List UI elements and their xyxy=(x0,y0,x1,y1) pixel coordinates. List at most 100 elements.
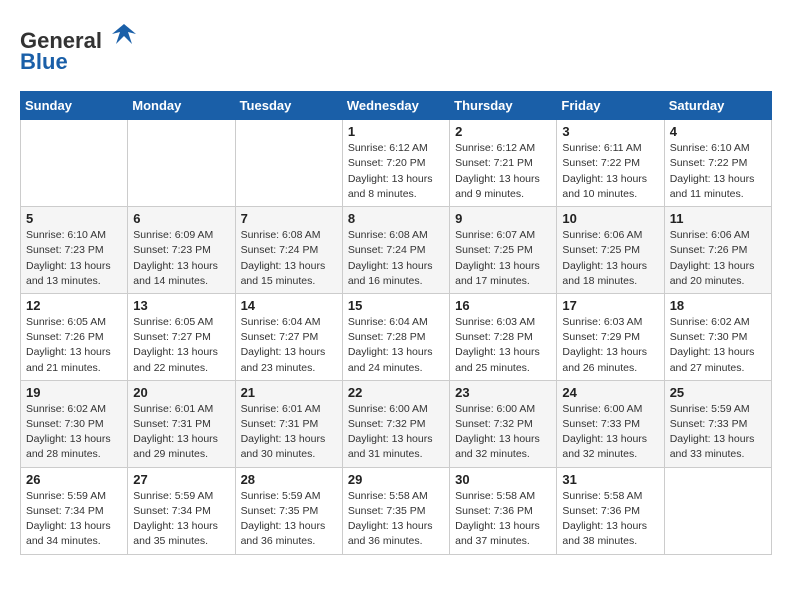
day-number: 14 xyxy=(241,298,337,313)
day-info: Sunrise: 5:58 AMSunset: 7:35 PMDaylight:… xyxy=(348,489,444,550)
page-header: General Blue xyxy=(20,20,772,75)
calendar-day-cell: 23Sunrise: 6:00 AMSunset: 7:32 PMDayligh… xyxy=(450,380,557,467)
day-info: Sunrise: 5:58 AMSunset: 7:36 PMDaylight:… xyxy=(455,489,551,550)
day-number: 24 xyxy=(562,385,658,400)
day-number: 17 xyxy=(562,298,658,313)
day-info: Sunrise: 6:01 AMSunset: 7:31 PMDaylight:… xyxy=(241,402,337,463)
calendar-day-cell: 13 Sunrise: 6:05 AMSunset: 7:27 PMDayligh… xyxy=(128,293,235,380)
day-info: Sunrise: 6:11 AMSunset: 7:22 PMDaylight:… xyxy=(562,141,658,202)
day-info: Sunrise: 6:04 AMSunset: 7:28 PMDaylight:… xyxy=(348,315,444,376)
day-info: Sunrise: 6:07 AMSunset: 7:25 PMDaylight:… xyxy=(455,228,551,289)
weekday-header-friday: Friday xyxy=(557,92,664,120)
day-number: 31 xyxy=(562,472,658,487)
day-number: 10 xyxy=(562,211,658,226)
calendar-day-cell: 30 Sunrise: 5:58 AMSunset: 7:36 PMDayligh… xyxy=(450,467,557,554)
calendar-day-cell: 11Sunrise: 6:06 AMSunset: 7:26 PMDayligh… xyxy=(664,207,771,294)
day-info: Sunrise: 6:09 AMSunset: 7:23 PMDaylight:… xyxy=(133,228,229,289)
logo: General Blue xyxy=(20,20,138,75)
day-info: Sunrise: 6:10 AMSunset: 7:23 PMDaylight:… xyxy=(26,228,122,289)
weekday-header-saturday: Saturday xyxy=(664,92,771,120)
calendar-day-cell: 4 Sunrise: 6:10 AMSunset: 7:22 PMDaylight… xyxy=(664,120,771,207)
weekday-header-sunday: Sunday xyxy=(21,92,128,120)
day-info: Sunrise: 6:04 AMSunset: 7:27 PMDaylight:… xyxy=(241,315,337,376)
calendar-day-cell: 1Sunrise: 6:12 AMSunset: 7:20 PMDaylight… xyxy=(342,120,449,207)
day-number: 5 xyxy=(26,211,122,226)
calendar-day-cell: 24 Sunrise: 6:00 AMSunset: 7:33 PMDayligh… xyxy=(557,380,664,467)
day-number: 16 xyxy=(455,298,551,313)
calendar-day-cell: 17 Sunrise: 6:03 AMSunset: 7:29 PMDayligh… xyxy=(557,293,664,380)
day-number: 8 xyxy=(348,211,444,226)
logo-bird-icon xyxy=(110,20,138,48)
day-number: 1 xyxy=(348,124,444,139)
calendar-day-cell: 25Sunrise: 5:59 AMSunset: 7:33 PMDayligh… xyxy=(664,380,771,467)
calendar-week-row: 12 Sunrise: 6:05 AMSunset: 7:26 PMDayligh… xyxy=(21,293,772,380)
day-info: Sunrise: 6:02 AMSunset: 7:30 PMDaylight:… xyxy=(670,315,766,376)
day-info: Sunrise: 5:59 AMSunset: 7:34 PMDaylight:… xyxy=(26,489,122,550)
calendar-day-cell: 6 Sunrise: 6:09 AMSunset: 7:23 PMDaylight… xyxy=(128,207,235,294)
day-info: Sunrise: 6:06 AMSunset: 7:25 PMDaylight:… xyxy=(562,228,658,289)
day-number: 21 xyxy=(241,385,337,400)
day-info: Sunrise: 5:59 AMSunset: 7:35 PMDaylight:… xyxy=(241,489,337,550)
calendar-day-cell: 16 Sunrise: 6:03 AMSunset: 7:28 PMDayligh… xyxy=(450,293,557,380)
day-info: Sunrise: 5:59 AMSunset: 7:33 PMDaylight:… xyxy=(670,402,766,463)
calendar-day-cell: 5 Sunrise: 6:10 AMSunset: 7:23 PMDaylight… xyxy=(21,207,128,294)
day-number: 13 xyxy=(133,298,229,313)
day-info: Sunrise: 6:00 AMSunset: 7:32 PMDaylight:… xyxy=(455,402,551,463)
calendar-day-cell: 20 Sunrise: 6:01 AMSunset: 7:31 PMDayligh… xyxy=(128,380,235,467)
day-info: Sunrise: 6:00 AMSunset: 7:32 PMDaylight:… xyxy=(348,402,444,463)
calendar-week-row: 19Sunrise: 6:02 AMSunset: 7:30 PMDayligh… xyxy=(21,380,772,467)
day-info: Sunrise: 6:03 AMSunset: 7:28 PMDaylight:… xyxy=(455,315,551,376)
day-number: 3 xyxy=(562,124,658,139)
calendar-day-cell: 18Sunrise: 6:02 AMSunset: 7:30 PMDayligh… xyxy=(664,293,771,380)
day-number: 20 xyxy=(133,385,229,400)
calendar-day-cell: 2 Sunrise: 6:12 AMSunset: 7:21 PMDaylight… xyxy=(450,120,557,207)
day-number: 28 xyxy=(241,472,337,487)
calendar-day-cell: 9 Sunrise: 6:07 AMSunset: 7:25 PMDaylight… xyxy=(450,207,557,294)
day-number: 15 xyxy=(348,298,444,313)
day-info: Sunrise: 5:58 AMSunset: 7:36 PMDaylight:… xyxy=(562,489,658,550)
calendar-week-row: 26 Sunrise: 5:59 AMSunset: 7:34 PMDayligh… xyxy=(21,467,772,554)
day-number: 29 xyxy=(348,472,444,487)
weekday-header-wednesday: Wednesday xyxy=(342,92,449,120)
calendar-day-cell: 3 Sunrise: 6:11 AMSunset: 7:22 PMDaylight… xyxy=(557,120,664,207)
day-info: Sunrise: 6:08 AMSunset: 7:24 PMDaylight:… xyxy=(348,228,444,289)
day-number: 2 xyxy=(455,124,551,139)
calendar-day-cell: 28 Sunrise: 5:59 AMSunset: 7:35 PMDayligh… xyxy=(235,467,342,554)
calendar-day-cell: 15 Sunrise: 6:04 AMSunset: 7:28 PMDayligh… xyxy=(342,293,449,380)
day-number: 4 xyxy=(670,124,766,139)
weekday-header-tuesday: Tuesday xyxy=(235,92,342,120)
calendar-table: SundayMondayTuesdayWednesdayThursdayFrid… xyxy=(20,91,772,554)
calendar-empty-cell xyxy=(21,120,128,207)
weekday-header-row: SundayMondayTuesdayWednesdayThursdayFrid… xyxy=(21,92,772,120)
calendar-day-cell: 19Sunrise: 6:02 AMSunset: 7:30 PMDayligh… xyxy=(21,380,128,467)
calendar-day-cell: 14 Sunrise: 6:04 AMSunset: 7:27 PMDayligh… xyxy=(235,293,342,380)
day-info: Sunrise: 6:03 AMSunset: 7:29 PMDaylight:… xyxy=(562,315,658,376)
day-info: Sunrise: 6:10 AMSunset: 7:22 PMDaylight:… xyxy=(670,141,766,202)
day-number: 9 xyxy=(455,211,551,226)
calendar-day-cell: 29 Sunrise: 5:58 AMSunset: 7:35 PMDayligh… xyxy=(342,467,449,554)
day-number: 26 xyxy=(26,472,122,487)
day-info: Sunrise: 6:12 AMSunset: 7:21 PMDaylight:… xyxy=(455,141,551,202)
day-info: Sunrise: 5:59 AMSunset: 7:34 PMDaylight:… xyxy=(133,489,229,550)
calendar-day-cell: 26 Sunrise: 5:59 AMSunset: 7:34 PMDayligh… xyxy=(21,467,128,554)
day-info: Sunrise: 6:01 AMSunset: 7:31 PMDaylight:… xyxy=(133,402,229,463)
calendar-week-row: 1Sunrise: 6:12 AMSunset: 7:20 PMDaylight… xyxy=(21,120,772,207)
day-info: Sunrise: 6:05 AMSunset: 7:27 PMDaylight:… xyxy=(133,315,229,376)
calendar-week-row: 5 Sunrise: 6:10 AMSunset: 7:23 PMDaylight… xyxy=(21,207,772,294)
calendar-day-cell: 10 Sunrise: 6:06 AMSunset: 7:25 PMDayligh… xyxy=(557,207,664,294)
day-number: 12 xyxy=(26,298,122,313)
calendar-day-cell: 22Sunrise: 6:00 AMSunset: 7:32 PMDayligh… xyxy=(342,380,449,467)
day-info: Sunrise: 6:00 AMSunset: 7:33 PMDaylight:… xyxy=(562,402,658,463)
day-number: 6 xyxy=(133,211,229,226)
day-number: 30 xyxy=(455,472,551,487)
calendar-day-cell: 21 Sunrise: 6:01 AMSunset: 7:31 PMDayligh… xyxy=(235,380,342,467)
calendar-day-cell: 31 Sunrise: 5:58 AMSunset: 7:36 PMDayligh… xyxy=(557,467,664,554)
weekday-header-thursday: Thursday xyxy=(450,92,557,120)
day-number: 11 xyxy=(670,211,766,226)
calendar-day-cell: 12 Sunrise: 6:05 AMSunset: 7:26 PMDayligh… xyxy=(21,293,128,380)
calendar-empty-cell xyxy=(235,120,342,207)
day-info: Sunrise: 6:02 AMSunset: 7:30 PMDaylight:… xyxy=(26,402,122,463)
day-info: Sunrise: 6:08 AMSunset: 7:24 PMDaylight:… xyxy=(241,228,337,289)
day-info: Sunrise: 6:05 AMSunset: 7:26 PMDaylight:… xyxy=(26,315,122,376)
calendar-day-cell: 27Sunrise: 5:59 AMSunset: 7:34 PMDayligh… xyxy=(128,467,235,554)
